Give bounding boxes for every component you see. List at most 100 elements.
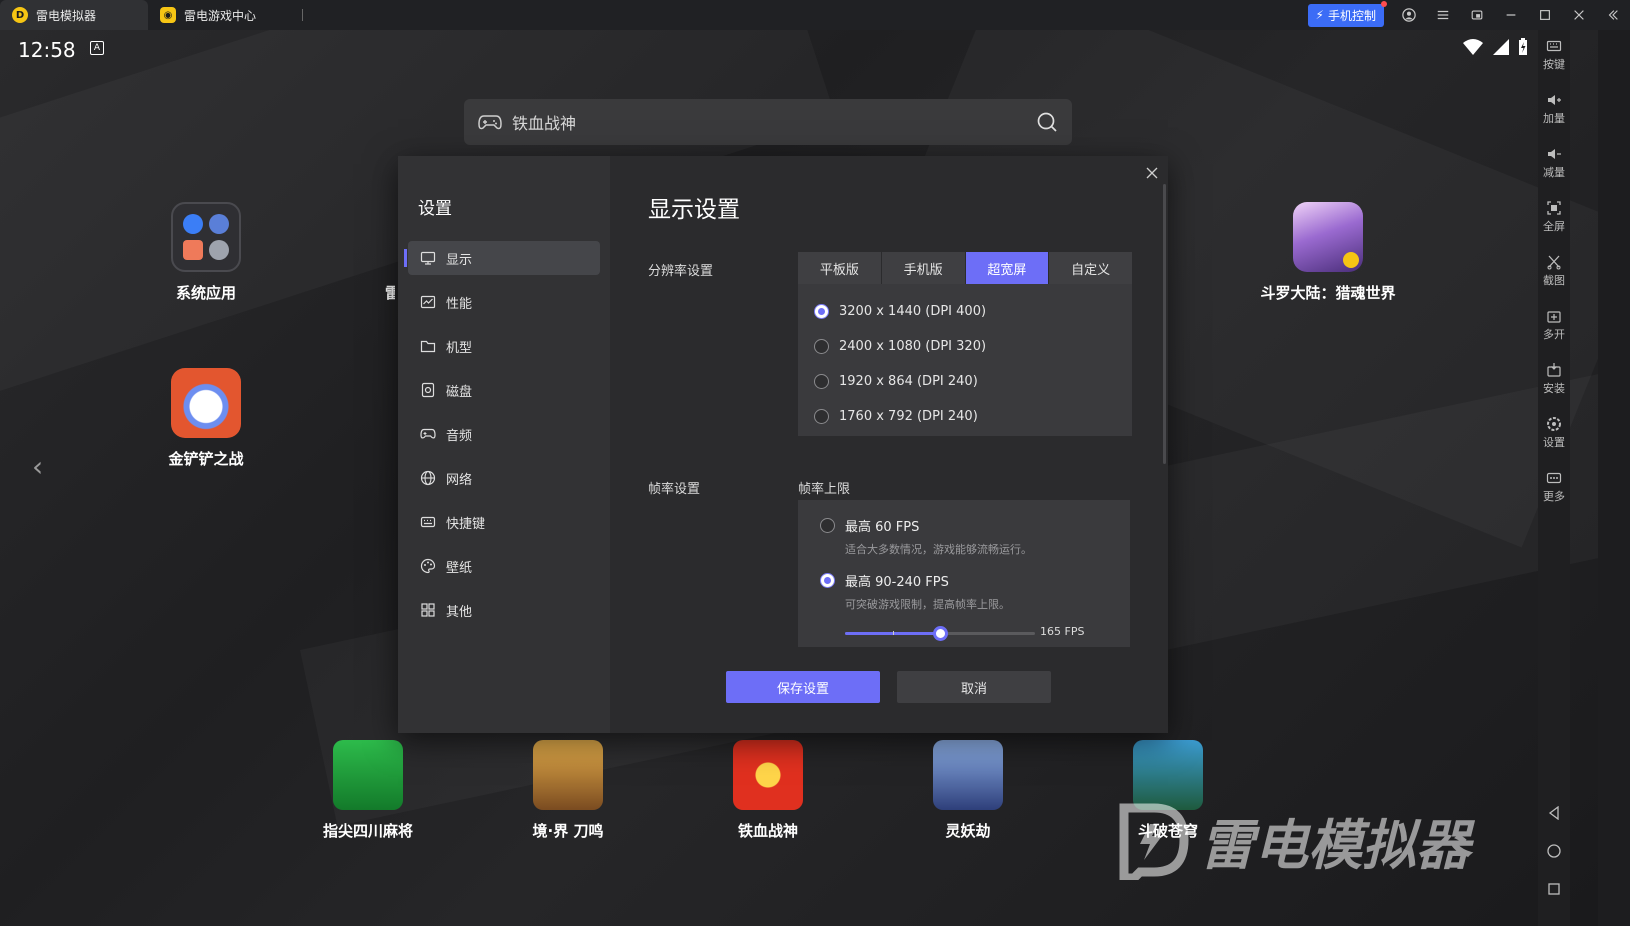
menu-item-other[interactable]: 其他: [408, 593, 600, 627]
settings-menu: 设置 显示 性能 机型 磁盘 音频 网络 快捷键 壁纸 其他: [398, 156, 610, 733]
gamepad-logo-icon: ◉: [160, 7, 176, 23]
menu-item-model[interactable]: 机型: [408, 329, 600, 363]
app-bleach[interactable]: 境·界 刀鸣: [498, 740, 638, 841]
phone-control-button[interactable]: ⚡ 手机控制: [1307, 0, 1387, 27]
toolbar-multi-instance[interactable]: 多开: [1543, 308, 1565, 362]
tab-custom[interactable]: 自定义: [1049, 252, 1132, 284]
toolbar-keymap[interactable]: 按键: [1543, 38, 1565, 92]
toolbar-screenshot[interactable]: 截图: [1543, 254, 1565, 308]
window-controls: ⚡ 手机控制: [1307, 0, 1622, 30]
menu-item-performance[interactable]: 性能: [408, 285, 600, 319]
menu-icon[interactable]: [1434, 6, 1452, 24]
account-icon[interactable]: [1400, 6, 1418, 24]
toolbar-label: 按键: [1543, 58, 1565, 71]
tab-ldplayer[interactable]: D 雷电模拟器: [0, 0, 148, 30]
toolbar-fullscreen[interactable]: 全屏: [1543, 200, 1565, 254]
toolbar-volume-up[interactable]: 加量: [1543, 92, 1565, 146]
search-text: 铁血战神: [512, 114, 577, 133]
toolbar-label: 多开: [1543, 328, 1565, 341]
maximize-icon[interactable]: [1536, 6, 1554, 24]
radio-button[interactable]: [814, 339, 829, 354]
more-icon: [1546, 472, 1562, 484]
menu-item-audio[interactable]: 音频: [408, 417, 600, 451]
search-bar[interactable]: 铁血战神: [464, 99, 1072, 145]
radio-button-selected[interactable]: [820, 573, 835, 588]
lightning-icon: ⚡: [1315, 8, 1324, 22]
toolbar-more[interactable]: 更多: [1543, 470, 1565, 524]
fps-slider-handle[interactable]: [933, 626, 948, 641]
menu-item-shortcuts[interactable]: 快捷键: [408, 505, 600, 539]
close-icon[interactable]: [1570, 6, 1588, 24]
search-icon[interactable]: [1036, 111, 1058, 133]
disk-icon: [421, 382, 435, 398]
toolbar-label: 截图: [1543, 274, 1565, 287]
toolbar-install[interactable]: 安装: [1543, 362, 1565, 416]
app-label: 境·界 刀鸣: [532, 822, 604, 840]
app-tiexue[interactable]: 铁血战神: [698, 740, 838, 841]
android-nav-buttons: [1547, 806, 1561, 896]
gamepad-icon: [478, 115, 502, 130]
menu-item-disk[interactable]: 磁盘: [408, 373, 600, 407]
toolbar-label: 设置: [1543, 436, 1565, 449]
app-label: 指尖四川麻将: [322, 822, 413, 840]
radio-button[interactable]: [814, 374, 829, 389]
radio-button[interactable]: [814, 409, 829, 424]
resolution-option[interactable]: 1760 x 792 (DPI 240): [814, 399, 1132, 434]
menu-item-wallpaper[interactable]: 壁纸: [408, 549, 600, 583]
resolution-label: 分辨率设置: [648, 264, 714, 279]
fps-option-60[interactable]: 最高 60 FPS: [820, 516, 1130, 535]
toolbar-label: 更多: [1543, 490, 1565, 503]
app-lingyao[interactable]: 灵妖劫: [898, 740, 1038, 841]
emulator-toolbar: 按键 加量 减量 全屏 截图 多开 安装 设置 更多: [1538, 30, 1570, 926]
page-left-arrow-icon[interactable]: ‹: [32, 450, 43, 483]
tab-label: 雷电模拟器: [36, 8, 97, 23]
golden-spatula-icon: [171, 368, 241, 438]
cancel-button[interactable]: 取消: [897, 671, 1051, 703]
signal-icon: [1493, 39, 1509, 55]
radio-button[interactable]: [820, 518, 835, 533]
resolution-option[interactable]: 3200 x 1440 (DPI 400): [814, 294, 1132, 329]
app-partially-hidden[interactable]: 雷: [335, 202, 395, 303]
settings-scrollbar[interactable]: [1163, 184, 1166, 464]
save-settings-button[interactable]: 保存设置: [726, 671, 880, 703]
app-mahjong[interactable]: 指尖四川麻将: [298, 740, 438, 841]
menu-item-label: 其他: [446, 604, 473, 620]
app-douluo[interactable]: 斗罗大陆：猎魂世界: [1257, 202, 1399, 303]
mahjong-icon: [333, 740, 403, 810]
menu-item-label: 机型: [446, 340, 473, 356]
tab-game-center[interactable]: ◉ 雷电游戏中心: [148, 0, 296, 30]
fps-option-hint: 适合大多数情况，游戏能够流畅运行。: [845, 543, 1032, 556]
status-icons: [1462, 38, 1528, 56]
app-label: 系统应用: [175, 284, 236, 302]
framerate-label: 帧率设置: [648, 482, 701, 497]
minimize-icon[interactable]: [1502, 6, 1520, 24]
dialog-close-icon[interactable]: [1146, 164, 1158, 183]
app-golden-spatula[interactable]: 金铲铲之战: [136, 368, 276, 469]
toolbar-settings[interactable]: 设置: [1543, 416, 1565, 470]
battery-icon: [1519, 38, 1527, 55]
app-system-apps[interactable]: 系统应用: [136, 202, 276, 303]
toolbar-label: 全屏: [1543, 220, 1565, 233]
resolution-option[interactable]: 1920 x 864 (DPI 240): [814, 364, 1132, 399]
volume-down-icon: [1548, 149, 1561, 159]
menu-item-display[interactable]: 显示: [404, 241, 600, 275]
home-icon[interactable]: [1547, 844, 1561, 858]
radio-button-selected[interactable]: [814, 304, 829, 319]
menu-item-label: 网络: [446, 472, 473, 488]
fps-slider[interactable]: [845, 626, 1035, 641]
wifi-icon: [1463, 39, 1483, 55]
tab-phone[interactable]: 手机版: [882, 252, 966, 284]
fps-option-high[interactable]: 最高 90-240 FPS: [820, 571, 1130, 590]
tab-tablet[interactable]: 平板版: [798, 252, 882, 284]
multi-instance-icon: [1547, 311, 1561, 323]
collapse-sidebar-icon[interactable]: [1604, 6, 1622, 24]
mini-mode-icon[interactable]: [1468, 6, 1486, 24]
toolbar-volume-down[interactable]: 减量: [1543, 146, 1565, 200]
menu-item-label: 显示: [446, 252, 473, 268]
tab-ultrawide[interactable]: 超宽屏: [965, 252, 1050, 284]
recents-icon[interactable]: [1547, 882, 1561, 896]
menu-item-label: 快捷键: [446, 516, 486, 532]
menu-item-network[interactable]: 网络: [408, 461, 600, 495]
back-icon[interactable]: [1547, 806, 1561, 820]
resolution-option[interactable]: 2400 x 1080 (DPI 320): [814, 329, 1132, 364]
